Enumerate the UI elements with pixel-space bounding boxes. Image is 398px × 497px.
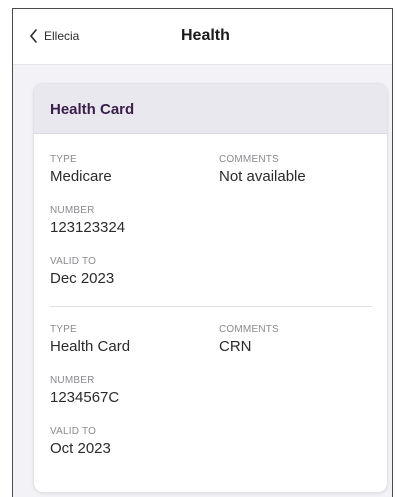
back-button[interactable]: Ellecia [29,29,79,43]
number-label: NUMBER [50,375,95,386]
comments-field: COMMENTS Not available [219,154,306,186]
chevron-left-icon [29,29,38,43]
valid-to-field: VALID TO Dec 2023 [50,256,114,288]
valid-to-value: Oct 2023 [50,440,111,457]
type-field: TYPE Health Card [50,324,130,356]
number-value: 1234567C [50,389,120,406]
top-bar: Ellecia Health [13,9,392,65]
valid-to-label: VALID TO [50,256,97,267]
page-title: Health [181,27,230,44]
comments-value: CRN [219,338,252,355]
type-label: TYPE [50,154,77,165]
type-label: TYPE [50,324,77,335]
type-value: Medicare [50,168,112,185]
number-field: NUMBER 123123324 [50,205,125,237]
back-label: Ellecia [44,29,80,43]
comments-label: COMMENTS [219,324,279,335]
entry-divider [50,306,372,307]
number-value: 123123324 [50,219,126,236]
type-field: TYPE Medicare [50,154,112,186]
health-card-panel: Health Card TYPE Medicare COMMENTS Not a… [33,83,388,493]
card-title: Health Card [34,84,387,134]
comments-field: COMMENTS CRN [219,324,279,356]
app-frame: Ellecia Health Health Card TYPE Medicare… [12,8,393,497]
number-label: NUMBER [50,205,95,216]
comments-value: Not available [219,168,306,185]
comments-label: COMMENTS [219,154,279,165]
number-field: NUMBER 1234567C [50,375,119,407]
type-value: Health Card [50,338,131,355]
valid-to-value: Dec 2023 [50,270,115,287]
valid-to-label: VALID TO [50,426,97,437]
valid-to-field: VALID TO Oct 2023 [50,426,111,458]
